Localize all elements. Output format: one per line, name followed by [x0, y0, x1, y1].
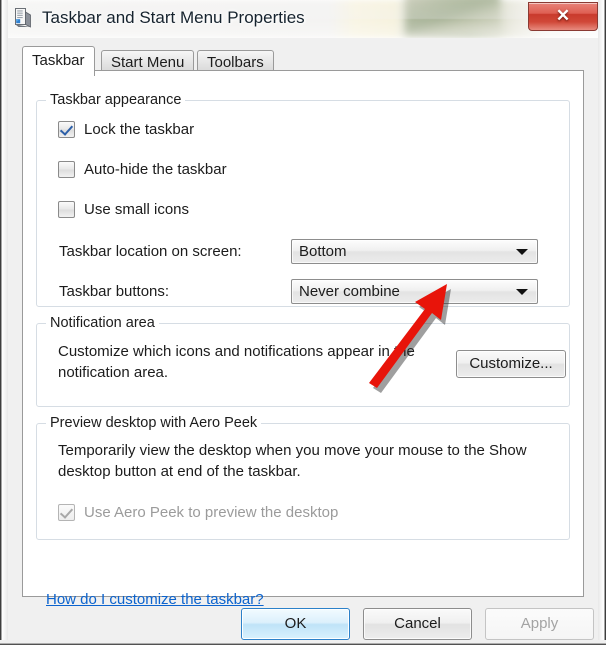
- dropdown-taskbar-buttons[interactable]: Never combine: [291, 279, 538, 304]
- tab-taskbar-label: Taskbar: [32, 52, 85, 69]
- close-icon: ✕: [555, 6, 571, 25]
- apply-button: Apply: [485, 608, 594, 640]
- taskbar-location-label: Taskbar location on screen:: [59, 243, 242, 260]
- chevron-down-icon: [516, 289, 528, 295]
- checkbox-use-small-icons[interactable]: [58, 201, 75, 218]
- taskbar-buttons-label: Taskbar buttons:: [59, 283, 170, 300]
- checkbox-lock-taskbar[interactable]: [58, 121, 75, 138]
- window-frame-left: [0, 0, 8, 645]
- dialog-footer: OK Cancel Apply: [8, 608, 598, 640]
- dropdown-taskbar-location[interactable]: Bottom: [291, 239, 538, 264]
- row-taskbar-buttons: Taskbar buttons: Never combine: [59, 279, 538, 304]
- checkbox-row-auto-hide-taskbar[interactable]: Auto-hide the taskbar: [58, 161, 227, 178]
- group-notification-area-title: Notification area: [46, 315, 159, 331]
- chevron-down-icon: [516, 249, 528, 255]
- cancel-button[interactable]: Cancel: [363, 608, 472, 640]
- checkbox-use-small-icons-label: Use small icons: [84, 201, 190, 218]
- group-notification-area: Notification area Customize which icons …: [36, 315, 570, 407]
- group-taskbar-appearance: Taskbar appearance Lock the taskbar Auto…: [36, 92, 570, 307]
- dropdown-taskbar-location-value: Bottom: [299, 243, 347, 260]
- tab-taskbar[interactable]: Taskbar: [22, 46, 95, 76]
- window-title: Taskbar and Start Menu Properties: [42, 8, 305, 27]
- tab-toolbars-label: Toolbars: [207, 54, 264, 71]
- properties-dialog-window: Taskbar and Start Menu Properties ✕ Task…: [0, 0, 606, 645]
- checkbox-row-use-small-icons[interactable]: Use small icons: [58, 201, 189, 218]
- aero-peek-description: Temporarily view the desktop when you mo…: [58, 442, 527, 480]
- group-aero-peek-title: Preview desktop with Aero Peek: [46, 415, 262, 431]
- checkbox-auto-hide-taskbar[interactable]: [58, 161, 75, 178]
- window-frame-bottom: [0, 640, 606, 645]
- customize-button[interactable]: Customize...: [456, 350, 566, 378]
- ok-button[interactable]: OK: [241, 608, 350, 640]
- group-aero-peek: Preview desktop with Aero Peek Temporari…: [36, 415, 570, 540]
- checkbox-auto-hide-taskbar-label: Auto-hide the taskbar: [84, 161, 227, 178]
- help-link-customize-taskbar[interactable]: How do I customize the taskbar?: [46, 591, 264, 608]
- dropdown-taskbar-buttons-value: Never combine: [299, 283, 400, 300]
- checkbox-use-aero-peek: [58, 504, 75, 521]
- computer-monitor-icon: [15, 8, 31, 28]
- row-taskbar-location: Taskbar location on screen: Bottom: [59, 239, 538, 264]
- group-taskbar-appearance-title: Taskbar appearance: [46, 92, 186, 108]
- checkbox-row-aero-peek: Use Aero Peek to preview the desktop: [58, 504, 338, 521]
- checkbox-lock-taskbar-label: Lock the taskbar: [84, 121, 195, 138]
- tab-start-menu-label: Start Menu: [111, 54, 185, 71]
- checkbox-use-aero-peek-label: Use Aero Peek to preview the desktop: [84, 504, 339, 521]
- notification-area-description: Customize which icons and notifications …: [58, 343, 415, 381]
- checkbox-row-lock-taskbar[interactable]: Lock the taskbar: [58, 121, 194, 138]
- close-button[interactable]: ✕: [528, 2, 598, 31]
- window-frame-right: [598, 0, 606, 645]
- dialog-client-area: Taskbar Start Menu Toolbars Taskbar appe…: [8, 38, 598, 640]
